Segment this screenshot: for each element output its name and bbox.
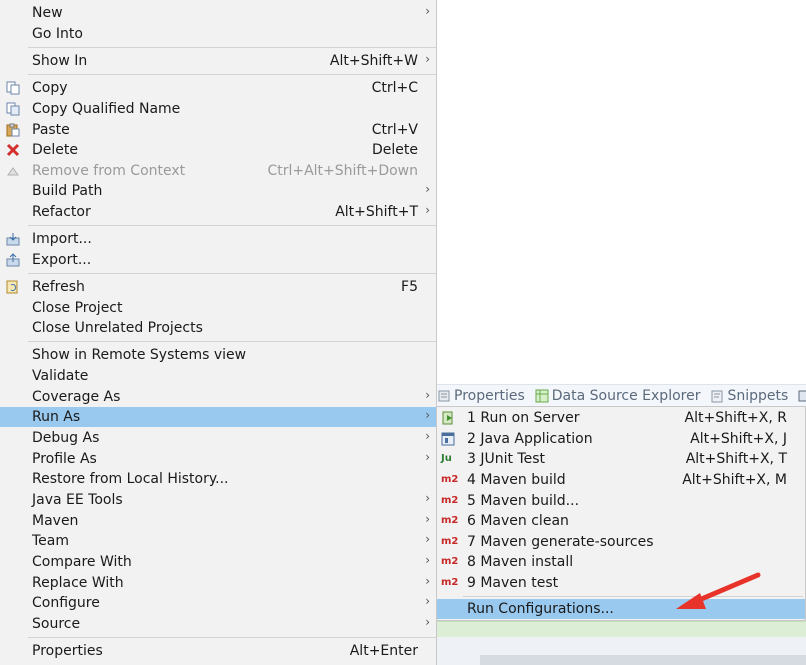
menu-item-restore-from-local-history[interactable]: Restore from Local History... [0,469,436,489]
menu-item-java-ee-tools[interactable]: Java EE Tools › [0,490,436,510]
menu-item-properties[interactable]: Properties Alt+Enter [0,641,436,661]
chevron-right-icon: › [425,4,430,18]
view-tab-bar: Properties Data Source Explorer Snippets [437,384,806,407]
chevron-right-icon: › [425,52,430,66]
background-scrollbar [480,655,806,665]
menu-item-profile-as[interactable]: Profile As › [0,449,436,469]
maven-icon: m2 [441,577,459,588]
menu-item-replace-with[interactable]: Replace With › [0,573,436,593]
submenu-item-maven-build[interactable]: m2 4 Maven build Alt+Shift+X, M [437,470,805,490]
chevron-right-icon: › [425,388,430,402]
menu-item-source[interactable]: Source › [0,614,436,634]
menu-item-configure[interactable]: Configure › [0,593,436,613]
submenu-item-maven-clean[interactable]: m2 6 Maven clean [437,511,805,531]
run-as-submenu: 1 Run on Server Alt+Shift+X, R 2 Java Ap… [436,406,806,621]
submenu-item-junit-test[interactable]: Ju 3 JUnit Test Alt+Shift+X, T [437,449,805,469]
data-source-explorer-icon [535,389,549,403]
submenu-item-maven-generate-sources[interactable]: m2 7 Maven generate-sources [437,532,805,552]
menu-item-show-in[interactable]: Show In Alt+Shift+W › [0,51,436,71]
menu-item-close-project[interactable]: Close Project [0,298,436,318]
menu-item-new[interactable]: New › [0,3,436,23]
menu-item-refactor[interactable]: Refactor Alt+Shift+T › [0,202,436,222]
refresh-icon [6,280,20,294]
snippets-icon [710,389,724,403]
menu-item-maven[interactable]: Maven › [0,511,436,531]
maven-icon: m2 [441,474,459,485]
menu-item-remove-from-context: Remove from Context Ctrl+Alt+Shift+Down [0,161,436,181]
maven-icon: m2 [441,536,459,547]
maven-icon: m2 [441,495,459,506]
menu-item-show-in-remote-systems-view[interactable]: Show in Remote Systems view [0,345,436,365]
menu-item-debug-as[interactable]: Debug As › [0,428,436,448]
run-on-server-icon [441,411,456,425]
java-application-icon [441,432,456,446]
menu-item-compare-with[interactable]: Compare With › [0,552,436,572]
tab-properties[interactable]: Properties [437,388,525,404]
properties-icon [437,389,451,403]
copy-icon [6,81,20,95]
junit-icon: Ju [441,453,452,464]
menu-item-refresh[interactable]: Refresh F5 [0,277,436,297]
chevron-right-icon: › [425,532,430,546]
import-icon [6,232,20,246]
menu-item-go-into[interactable]: Go Into [0,24,436,44]
tab-console[interactable] [798,389,806,403]
menu-item-delete[interactable]: Delete Delete [0,140,436,160]
maven-icon: m2 [441,556,459,567]
chevron-right-icon: › [425,553,430,567]
menu-separator [28,47,436,48]
menu-separator [28,225,436,226]
menu-separator [463,596,803,597]
submenu-item-maven-install[interactable]: m2 8 Maven install [437,552,805,572]
submenu-item-run-configurations[interactable]: Run Configurations... [437,599,805,619]
menu-separator [28,273,436,274]
menu-separator [28,74,436,75]
menu-item-import[interactable]: Import... [0,229,436,249]
chevron-right-icon: › [425,512,430,526]
chevron-right-icon: › [425,450,430,464]
chevron-right-icon: › [425,615,430,629]
tab-data-source-explorer[interactable]: Data Source Explorer [535,388,700,404]
menu-item-copy[interactable]: Copy Ctrl+C [0,78,436,98]
menu-separator [28,341,436,342]
chevron-right-icon: › [425,491,430,505]
export-icon [6,253,20,267]
delete-icon [6,143,20,157]
menu-item-copy-qualified-name[interactable]: Copy Qualified Name [0,99,436,119]
menu-item-coverage-as[interactable]: Coverage As › [0,387,436,407]
context-menu: New › Go Into Show In Alt+Shift+W › Copy… [0,0,437,665]
submenu-item-java-application[interactable]: 2 Java Application Alt+Shift+X, J [437,429,805,449]
console-icon [798,389,806,403]
tab-snippets[interactable]: Snippets [710,388,788,404]
menu-separator [28,637,436,638]
chevron-right-icon: › [425,429,430,443]
menu-item-export[interactable]: Export... [0,250,436,270]
submenu-item-run-on-server[interactable]: 1 Run on Server Alt+Shift+X, R [437,408,805,428]
menu-item-validate[interactable]: Validate [0,366,436,386]
copy-qualified-name-icon [6,102,20,116]
remove-context-icon [6,164,20,178]
menu-item-close-unrelated-projects[interactable]: Close Unrelated Projects [0,318,436,338]
background-panel-strip [437,621,806,638]
chevron-right-icon: › [425,182,430,196]
chevron-right-icon: › [425,594,430,608]
submenu-item-maven-test[interactable]: m2 9 Maven test [437,573,805,593]
menu-item-team[interactable]: Team › [0,531,436,551]
submenu-item-maven-build-dialog[interactable]: m2 5 Maven build... [437,491,805,511]
chevron-right-icon: › [425,574,430,588]
menu-item-run-as[interactable]: Run As › [0,407,436,427]
menu-item-build-path[interactable]: Build Path › [0,181,436,201]
chevron-right-icon: › [425,203,430,217]
paste-icon [6,123,20,137]
menu-item-paste[interactable]: Paste Ctrl+V [0,120,436,140]
maven-icon: m2 [441,515,459,526]
chevron-right-icon: › [425,408,430,422]
